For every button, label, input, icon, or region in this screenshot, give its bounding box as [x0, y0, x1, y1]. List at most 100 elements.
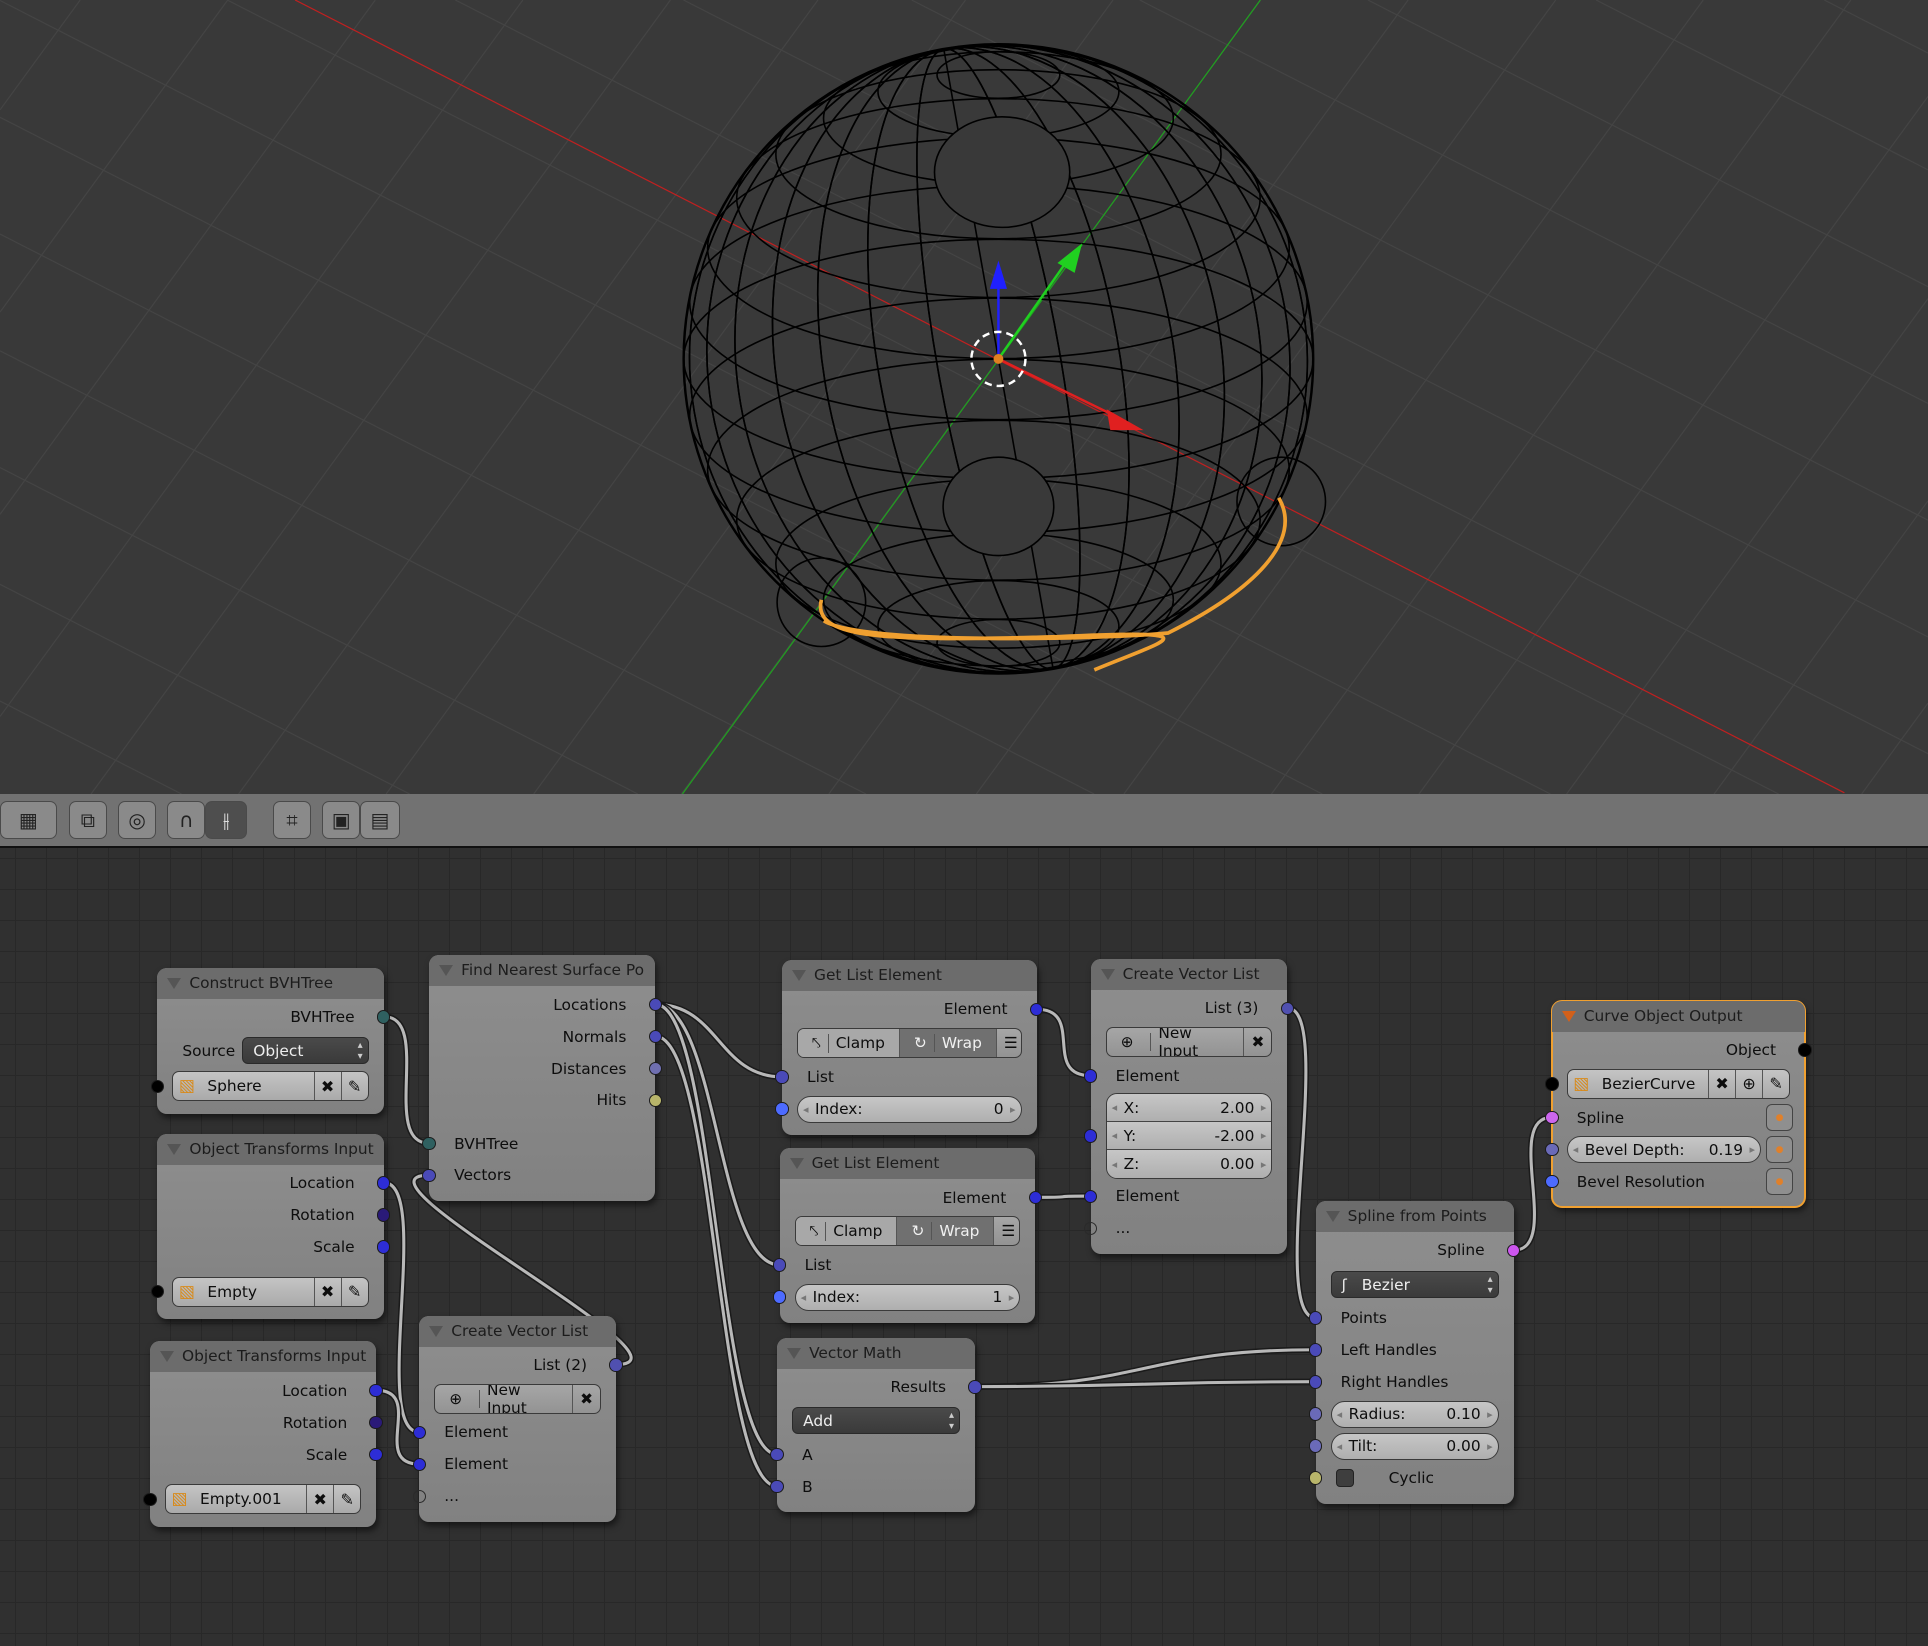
- node-header[interactable]: Find Nearest Surface Po: [429, 955, 656, 987]
- node-construct-bvhtree[interactable]: Construct BVHTree BVHTree Source Object ▧ Sph…: [150, 967, 391, 1114]
- eyedropper-icon[interactable]: ✎: [340, 1277, 368, 1306]
- node-spline-from-points[interactable]: Spline from Points Spline ʃ Bezier Points Le…: [1308, 1201, 1521, 1504]
- input-socket[interactable]: [422, 1136, 436, 1151]
- collapse-triangle-icon[interactable]: [792, 970, 807, 982]
- output-socket[interactable]: [376, 1176, 391, 1190]
- keyframe-button[interactable]: ●: [1766, 1104, 1794, 1132]
- 3d-viewport[interactable]: [0, 0, 1928, 794]
- cyclic-checkbox[interactable]: [1335, 1468, 1354, 1487]
- output-socket[interactable]: [609, 1358, 623, 1372]
- node-header[interactable]: Spline from Points: [1315, 1201, 1514, 1233]
- clear-icon[interactable]: ✖: [313, 1072, 341, 1101]
- object-field[interactable]: ▧ Sphere ✖ ✎: [172, 1071, 369, 1102]
- node-object-transforms-input[interactable]: Object Transforms Input Location Rotation S…: [150, 1133, 391, 1320]
- new-input-button[interactable]: ⊕ New Input ✖: [434, 1383, 602, 1414]
- clear-icon[interactable]: ✖: [306, 1485, 333, 1514]
- eyedropper-icon[interactable]: ✎: [340, 1072, 368, 1101]
- input-socket[interactable]: [412, 1425, 427, 1440]
- node-header[interactable]: Get List Element: [779, 1148, 1036, 1180]
- keyframe-button[interactable]: ●: [1766, 1136, 1794, 1164]
- collapse-triangle-icon[interactable]: [787, 1347, 802, 1359]
- clamp-button[interactable]: ⤣ Clamp: [798, 1029, 900, 1058]
- proportional-edit-button[interactable]: ◎: [118, 801, 157, 839]
- x-field[interactable]: X: 2.00: [1106, 1094, 1272, 1123]
- input-socket[interactable]: [775, 1070, 789, 1084]
- collapse-triangle-icon[interactable]: [160, 1351, 174, 1363]
- output-socket[interactable]: [1280, 1001, 1295, 1015]
- node-header[interactable]: Vector Math: [777, 1337, 976, 1369]
- eyedropper-icon[interactable]: ✎: [333, 1485, 360, 1514]
- input-socket[interactable]: [1308, 1407, 1323, 1421]
- render-still-button[interactable]: ▣: [322, 801, 361, 839]
- node-header[interactable]: Construct BVHTree: [157, 967, 384, 999]
- object-field[interactable]: ▧ BezierCurve ✖ ⊕ ✎: [1566, 1068, 1791, 1099]
- tilt-field[interactable]: Tilt: 0.00: [1330, 1432, 1499, 1460]
- output-socket[interactable]: [1798, 1043, 1812, 1057]
- node-get-list-element[interactable]: Get List Element Element ⤣ Clamp ↻ Wrap ☰ Lis…: [775, 960, 1044, 1135]
- linked-view-button[interactable]: ⧉: [68, 801, 107, 839]
- input-socket[interactable]: [412, 1489, 427, 1504]
- input-socket[interactable]: [422, 1168, 436, 1183]
- add-icon[interactable]: ⊕: [1735, 1069, 1762, 1098]
- wrap-button[interactable]: ↻ Wrap: [899, 1029, 997, 1058]
- collapse-triangle-icon[interactable]: [1100, 969, 1115, 981]
- keyframe-button[interactable]: ●: [1766, 1168, 1794, 1196]
- node-get-list-element[interactable]: Get List Element Element ⤣ Clamp ↻ Wrap ☰ Lis…: [772, 1148, 1043, 1324]
- render-animation-button[interactable]: ▤: [360, 801, 400, 839]
- input-socket[interactable]: [1545, 1077, 1559, 1091]
- node-create-vector-list[interactable]: Create Vector List List (3) ⊕ New Input ✖ El…: [1083, 959, 1295, 1255]
- input-socket[interactable]: [1545, 1142, 1559, 1157]
- node-header[interactable]: Create Vector List: [419, 1315, 617, 1347]
- wrap-button[interactable]: ↻ Wrap: [897, 1217, 995, 1246]
- list-options-icon[interactable]: ☰: [997, 1029, 1021, 1057]
- eyedropper-icon[interactable]: ✎: [1762, 1069, 1789, 1098]
- node-header[interactable]: Curve Object Output: [1551, 1000, 1806, 1032]
- node-header[interactable]: Object Transforms Input: [150, 1341, 377, 1373]
- new-input-button[interactable]: ⊕ New Input ✖: [1105, 1027, 1273, 1058]
- layout-grid-button[interactable]: ▦: [0, 801, 57, 839]
- input-socket[interactable]: [1308, 1375, 1323, 1389]
- add-input-button[interactable]: ⊕ New Input: [435, 1384, 574, 1413]
- node-vector-math[interactable]: Vector Math Results Add AB: [770, 1337, 982, 1513]
- bevel-depth-field[interactable]: Bevel Depth: 0.19: [1566, 1136, 1762, 1164]
- input-socket[interactable]: [1083, 1069, 1098, 1083]
- node-header[interactable]: Get List Element: [782, 960, 1037, 992]
- node-curve-object-output[interactable]: Curve Object Output Object ▧ BezierCurve ✖ ⊕ ✎…: [1545, 999, 1812, 1209]
- object-dropdown[interactable]: Object: [242, 1037, 369, 1065]
- object-field[interactable]: ▧ Empty.001 ✖ ✎: [165, 1484, 362, 1515]
- remove-icon[interactable]: ✖: [573, 1385, 600, 1413]
- add-input-button[interactable]: ⊕ New Input: [1107, 1028, 1245, 1057]
- input-socket[interactable]: [770, 1479, 784, 1494]
- output-socket[interactable]: [376, 1208, 391, 1222]
- collapse-triangle-icon[interactable]: [1561, 1010, 1576, 1022]
- input-socket[interactable]: [412, 1457, 427, 1472]
- snap-element-button[interactable]: ⫲: [205, 801, 248, 839]
- input-socket[interactable]: [775, 1102, 789, 1116]
- output-socket[interactable]: [376, 1010, 391, 1024]
- node-header[interactable]: Create Vector List: [1090, 959, 1288, 991]
- node-create-vector-list[interactable]: Create Vector List List (2) ⊕ New Input ✖ El…: [412, 1315, 623, 1523]
- input-socket[interactable]: [150, 1079, 165, 1094]
- bezier-dropdown[interactable]: ʃ Bezier: [1330, 1270, 1499, 1298]
- object-field[interactable]: ▧ Empty ✖ ✎: [172, 1276, 369, 1307]
- input-socket[interactable]: [1545, 1110, 1559, 1125]
- index-field[interactable]: Index: 1: [794, 1283, 1021, 1311]
- z-field[interactable]: Z: 0.00: [1106, 1150, 1272, 1179]
- input-socket[interactable]: [770, 1447, 784, 1462]
- list-options-icon[interactable]: ☰: [994, 1217, 1019, 1245]
- node-object-transforms-input[interactable]: Object Transforms Input Location Rotation S…: [143, 1341, 383, 1528]
- input-socket[interactable]: [1545, 1174, 1559, 1189]
- collapse-triangle-icon[interactable]: [1325, 1211, 1340, 1223]
- collapse-triangle-icon[interactable]: [429, 1325, 444, 1337]
- index-field[interactable]: Index: 0: [797, 1095, 1022, 1123]
- collapse-triangle-icon[interactable]: [167, 1143, 182, 1155]
- collapse-triangle-icon[interactable]: [167, 977, 182, 989]
- collapse-triangle-icon[interactable]: [439, 965, 454, 977]
- input-socket[interactable]: [1308, 1471, 1323, 1485]
- clear-icon[interactable]: ✖: [313, 1277, 341, 1306]
- input-socket[interactable]: [1308, 1439, 1323, 1453]
- node-find-nearest-surface-po[interactable]: Find Nearest Surface Po Locations Normals D…: [422, 955, 663, 1202]
- collapse-triangle-icon[interactable]: [789, 1158, 804, 1170]
- output-socket[interactable]: [968, 1380, 982, 1394]
- add-dropdown[interactable]: Add: [792, 1407, 961, 1435]
